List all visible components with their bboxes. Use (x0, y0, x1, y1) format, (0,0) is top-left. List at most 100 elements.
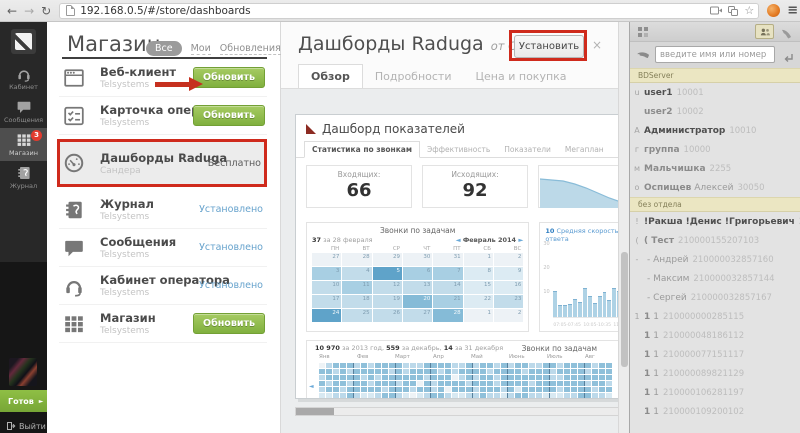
contact-row[interactable]: 11210000048186112 (630, 326, 800, 345)
calendar-month-nav: ◄ Февраль 2014 ► (456, 236, 524, 244)
contact-row[interactable]: 111210000000285115 (630, 307, 800, 326)
update-button[interactable]: Обновить (193, 313, 265, 334)
contact-row[interactable]: user210002 (630, 102, 800, 121)
contact-group-header: BDServer (630, 68, 800, 83)
store-filter[interactable]: Мои (191, 43, 211, 55)
browser-menu-icon[interactable]: ≡ (787, 3, 798, 18)
extension-icon[interactable] (767, 4, 780, 17)
close-icon[interactable]: × (592, 38, 602, 52)
grid-icon (16, 132, 32, 148)
contact-row[interactable]: 11210000106281197 (630, 383, 800, 402)
url-text[interactable]: 192.168.0.5/#/store/dashboards (80, 5, 704, 17)
contact-search-input[interactable] (655, 46, 775, 63)
chevron-right-icon: ► (39, 398, 44, 405)
app-name: Сообщения (100, 235, 199, 249)
calendar-day-cell: 28 (433, 309, 462, 322)
store-filter[interactable]: Все (146, 41, 182, 56)
store-app-row[interactable]: МагазинTelsystemsОбновить (59, 305, 267, 343)
bookmark-star-icon[interactable]: ☆ (744, 4, 754, 17)
contact-row[interactable]: мМальчишка2255 (630, 159, 800, 178)
calendar-day-cell: 25 (342, 309, 371, 322)
store-filter[interactable]: Обновления (220, 43, 281, 55)
detail-tab[interactable]: Цена и покупка (464, 65, 579, 88)
contact-row[interactable]: - Сергей210000032857167 (630, 288, 800, 307)
headset-icon (62, 273, 92, 299)
phone-handset-icon (633, 45, 652, 64)
preview-tab: Статистика по звонкам (304, 141, 420, 158)
update-button[interactable]: Обновить (193, 105, 265, 126)
dialpad-tab-button[interactable] (780, 26, 794, 38)
contact-row[interactable]: (( Тест210000155207103 (630, 231, 800, 250)
notification-badge: 3 (31, 130, 42, 141)
calendar-day-cell: 2 (494, 309, 523, 322)
translate-icon[interactable] (728, 6, 738, 16)
app-vendor: Telsystems (100, 288, 199, 298)
address-bar[interactable]: 192.168.0.5/#/store/dashboards ☆ (59, 3, 759, 19)
store-app-row[interactable]: Кабинет оператораTelsystemsУстановлено (59, 267, 267, 305)
phone-icon (780, 29, 792, 41)
detail-tab[interactable]: Подробности (363, 65, 464, 88)
contact-row[interactable]: -- Андрей210000032857160 (630, 250, 800, 269)
scrollbar-thumb[interactable] (621, 252, 628, 367)
calendar-title: Звонки по задачам (312, 226, 523, 235)
web-icon (62, 65, 92, 91)
calendar-day-cell: 19 (373, 295, 402, 308)
calendar-grid: 2728293031123456789101112131415161718192… (312, 253, 523, 322)
store-app-row[interactable]: ЖурналTelsystemsУстановлено (59, 191, 267, 229)
prev-month-icon: ◄ (456, 236, 461, 244)
camera-icon[interactable] (710, 6, 722, 15)
preview-tab: Мегаплан (558, 142, 611, 157)
calendar-day-cell: 24 (312, 309, 341, 322)
enter-icon[interactable] (782, 49, 795, 61)
sidebar-item-cabinet[interactable]: Кабинет (0, 62, 47, 95)
app-vendor: Telsystems (100, 212, 199, 222)
refresh-icon[interactable]: ↻ (41, 0, 51, 22)
store-app-row[interactable]: Дашборды RadugaСандераБесплатно (59, 141, 267, 185)
install-button[interactable]: Установить (514, 35, 584, 58)
gauge-icon (62, 150, 92, 176)
store-app-row[interactable]: Карточка оператораTelsystemsОбновить (59, 97, 267, 135)
user-avatar[interactable] (9, 358, 37, 386)
calendar-summary: 37 за 28 февраля (312, 236, 373, 244)
sidebar-item-store[interactable]: 3 Магазин (0, 128, 47, 161)
sidebar-item-messages[interactable]: Сообщения (0, 95, 47, 128)
calendar-day-cell: 16 (494, 281, 523, 294)
calendar-day-cell: 3 (312, 267, 341, 280)
app-vendor: Telsystems (100, 80, 193, 90)
store-app-row[interactable]: Веб-клиентTelsystemsОбновить (59, 59, 267, 97)
contact-row[interactable]: 11210000077151117 (630, 345, 800, 364)
contact-row[interactable]: - Максим210000032857144 (630, 269, 800, 288)
store-app-list: Веб-клиентTelsystemsОбновитьКарточка опе… (59, 59, 267, 343)
calendar-day-cell: 18 (342, 295, 371, 308)
calendar-day-cell: 5 (373, 267, 402, 280)
horizontal-scrollbar[interactable] (295, 407, 619, 416)
update-button[interactable]: Обновить (193, 67, 265, 88)
scrollbar-thumb[interactable] (296, 408, 334, 415)
store-app-row[interactable]: СообщенияTelsystemsУстановлено (59, 229, 267, 267)
preview-tabs: Статистика по звонкамЭффективностьПоказа… (296, 141, 619, 158)
app-name: Дашборды Raduga (100, 151, 208, 165)
detail-tab[interactable]: Обзор (298, 64, 363, 88)
contacts-tab-button[interactable] (755, 24, 774, 39)
contact-row[interactable]: !!Ракша !Денис !Григорьевич2100000455 (630, 212, 800, 231)
contact-row[interactable]: 11210000089821129 (630, 364, 800, 383)
back-icon[interactable]: ← (7, 0, 17, 22)
dashboard-logo-icon (306, 124, 316, 134)
contact-row[interactable]: 11210000109200102 (630, 402, 800, 421)
exit-icon (6, 421, 16, 431)
forward-icon[interactable]: → (24, 0, 34, 22)
speed-chart-title: 10 Средняя скорость ответа (540, 223, 619, 243)
vertical-scrollbar[interactable] (618, 22, 629, 433)
sidebar-item-journal[interactable]: Журнал (0, 161, 47, 194)
contact-row[interactable]: ггруппа10000 (630, 140, 800, 159)
sidebar-item-label: Магазин (9, 149, 38, 157)
logout-button[interactable]: Выйти (0, 417, 47, 433)
area-chart-card (538, 165, 619, 208)
store-panel: Магазин ВсеМоиОбновления Веб-клиентTelsy… (47, 22, 281, 433)
grid-icon (62, 311, 92, 337)
contact-row[interactable]: uuser110001 (630, 83, 800, 102)
contact-row[interactable]: ААдминистратор10010 (630, 121, 800, 140)
status-ready-button[interactable]: Готов ► (0, 390, 47, 412)
contact-row[interactable]: оОспищевАлексей30050 (630, 178, 800, 197)
contacts-panel: BDServeruuser110001user210002ААдминистра… (629, 22, 800, 433)
